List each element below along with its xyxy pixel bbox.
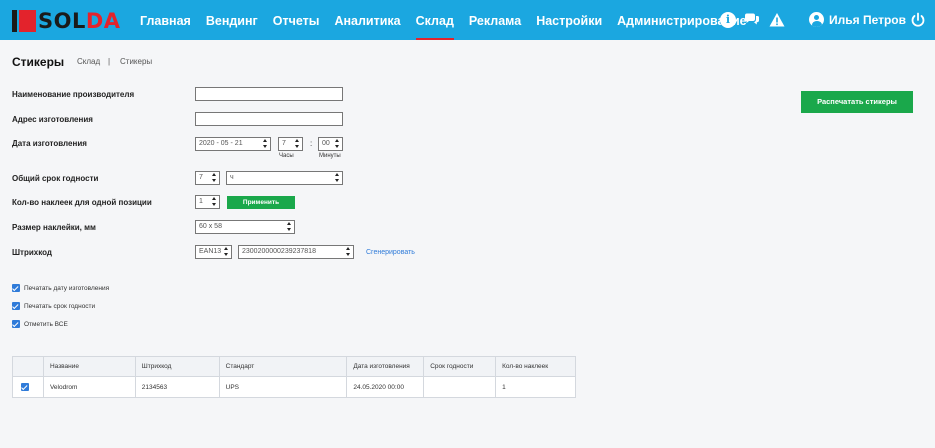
nav-item-ads[interactable]: Реклама (469, 0, 521, 40)
print-date-option[interactable]: Печатать дату изготовления (12, 284, 109, 292)
chat-icon[interactable] (744, 12, 760, 28)
nav-item-settings[interactable]: Настройки (536, 0, 602, 40)
date-picker[interactable]: 2020 - 05 - 21 (195, 137, 271, 151)
manufacturer-label: Наименование производителя (12, 90, 135, 99)
print-stickers-button[interactable]: Распечатать стикеры (801, 91, 913, 113)
table-cell-date: 24.05.2020 00:00 (346, 376, 425, 398)
print-shelf-life-option[interactable]: Печатать срок годности (12, 302, 95, 310)
hours-stepper[interactable]: 7 (278, 137, 303, 151)
hours-label: Часы (279, 153, 294, 159)
time-separator: : (310, 139, 313, 148)
stepper-arrows-icon (335, 139, 340, 149)
barcode-value: 2300200000239237818 (242, 248, 316, 255)
table-header-count[interactable]: Кол-во наклеек (495, 356, 576, 377)
hours-value: 7 (282, 140, 286, 147)
shelf-life-stepper[interactable]: 7 (195, 171, 220, 185)
avatar (809, 12, 824, 27)
sticker-size-select[interactable]: 60 x 58 (195, 220, 295, 234)
nav-item-reports[interactable]: Отчеты (273, 0, 320, 40)
page-title: Стикеры (12, 55, 65, 69)
manufacturer-input[interactable] (195, 87, 343, 101)
minutes-label: Минуты (319, 153, 341, 159)
info-icon[interactable]: i (720, 12, 736, 28)
table-header-shelf-life[interactable]: Срок годности (423, 356, 497, 377)
barcode-input[interactable]: 2300200000239237818 (238, 245, 354, 259)
table-cell-name: Velodrom (42, 376, 136, 398)
address-input[interactable] (195, 112, 343, 126)
select-all-checkbox[interactable] (12, 320, 20, 328)
breadcrumb-warehouse[interactable]: Склад (77, 57, 100, 66)
print-date-label: Печатать дату изготовления (24, 284, 110, 292)
apply-button[interactable]: Применить (227, 196, 295, 209)
table-header-standard[interactable]: Стандарт (218, 356, 348, 377)
stepper-arrows-icon (263, 139, 268, 149)
sticker-size-label: Размер наклейки, мм (12, 223, 96, 232)
user-menu[interactable]: Илья Петров (809, 12, 906, 27)
top-bar: SOLDA Главная Вендинг Отчеты Аналитика С… (0, 0, 935, 40)
table-cell-count: 1 (495, 376, 576, 398)
stepper-arrows-icon (212, 197, 217, 207)
address-label: Адрес изготовления (12, 115, 93, 124)
barcode-label: Штрихкод (12, 248, 52, 257)
nav-item-vending[interactable]: Вендинг (206, 0, 258, 40)
user-name: Илья Петров (829, 12, 907, 27)
table-cell-shelf-life (423, 376, 497, 398)
shelf-life-value: 7 (199, 174, 203, 181)
stepper-arrows-icon (212, 173, 217, 183)
select-all-label: Отметить ВСЕ (24, 320, 68, 328)
stepper-arrows-icon (346, 247, 351, 257)
power-icon[interactable] (910, 12, 926, 28)
print-date-checkbox[interactable] (12, 284, 20, 292)
table-header-date[interactable]: Дата изготовления (346, 356, 425, 377)
sticker-count-stepper[interactable]: 1 (195, 195, 220, 209)
nav-item-analytics[interactable]: Аналитика (334, 0, 400, 40)
date-label: Дата изготовления (12, 139, 87, 148)
select-all-option[interactable]: Отметить ВСЕ (12, 320, 68, 328)
table-header-name[interactable]: Название (42, 356, 136, 377)
generate-barcode-link[interactable]: Сгенерировать (366, 249, 415, 256)
table-header-select (12, 356, 44, 377)
table-header-row: Название Штрихкод Стандарт Дата изготовл… (12, 356, 576, 377)
stepper-arrows-icon (295, 139, 300, 149)
barcode-type-select[interactable]: EAN13 (195, 245, 232, 259)
warning-icon[interactable] (769, 12, 785, 28)
logo[interactable]: SOLDA (12, 10, 121, 32)
sticker-count-value: 1 (199, 198, 203, 205)
main-nav: Главная Вендинг Отчеты Аналитика Склад Р… (140, 0, 762, 40)
breadcrumb-separator: | (108, 57, 111, 66)
minutes-stepper[interactable]: 00 (318, 137, 343, 151)
row-checkbox[interactable] (21, 383, 29, 391)
sticker-count-label: Кол-во наклеек для одной позиции (12, 198, 152, 207)
table-header-barcode[interactable]: Штрихкод (134, 356, 220, 377)
shelf-life-unit: ч (230, 174, 234, 181)
stickers-table: Название Штрихкод Стандарт Дата изготовл… (12, 356, 576, 398)
barcode-type-value: EAN13 (199, 248, 222, 255)
nav-item-warehouse[interactable]: Склад (415, 0, 455, 40)
shelf-life-unit-select[interactable]: ч (226, 171, 343, 185)
table-row[interactable]: Velodrom 2134563 UPS 24.05.2020 00:00 1 (12, 376, 576, 398)
table-cell-standard: UPS (218, 376, 348, 398)
date-value: 2020 - 05 - 21 (199, 140, 243, 147)
stepper-arrows-icon (224, 247, 229, 257)
nav-item-home[interactable]: Главная (140, 0, 191, 40)
stepper-arrows-icon (287, 222, 292, 232)
logo-mark (12, 10, 36, 32)
breadcrumb-stickers: Стикеры (120, 57, 153, 66)
table-cell-barcode: 2134563 (134, 376, 220, 398)
sticker-size-value: 60 x 58 (199, 223, 222, 230)
shelf-life-label: Общий срок годности (12, 174, 99, 183)
logo-text: SOLDA (38, 9, 121, 33)
print-shelf-life-checkbox[interactable] (12, 302, 20, 310)
print-shelf-life-label: Печатать срок годности (24, 302, 96, 310)
minutes-value: 00 (322, 140, 330, 147)
stepper-arrows-icon (335, 173, 340, 183)
